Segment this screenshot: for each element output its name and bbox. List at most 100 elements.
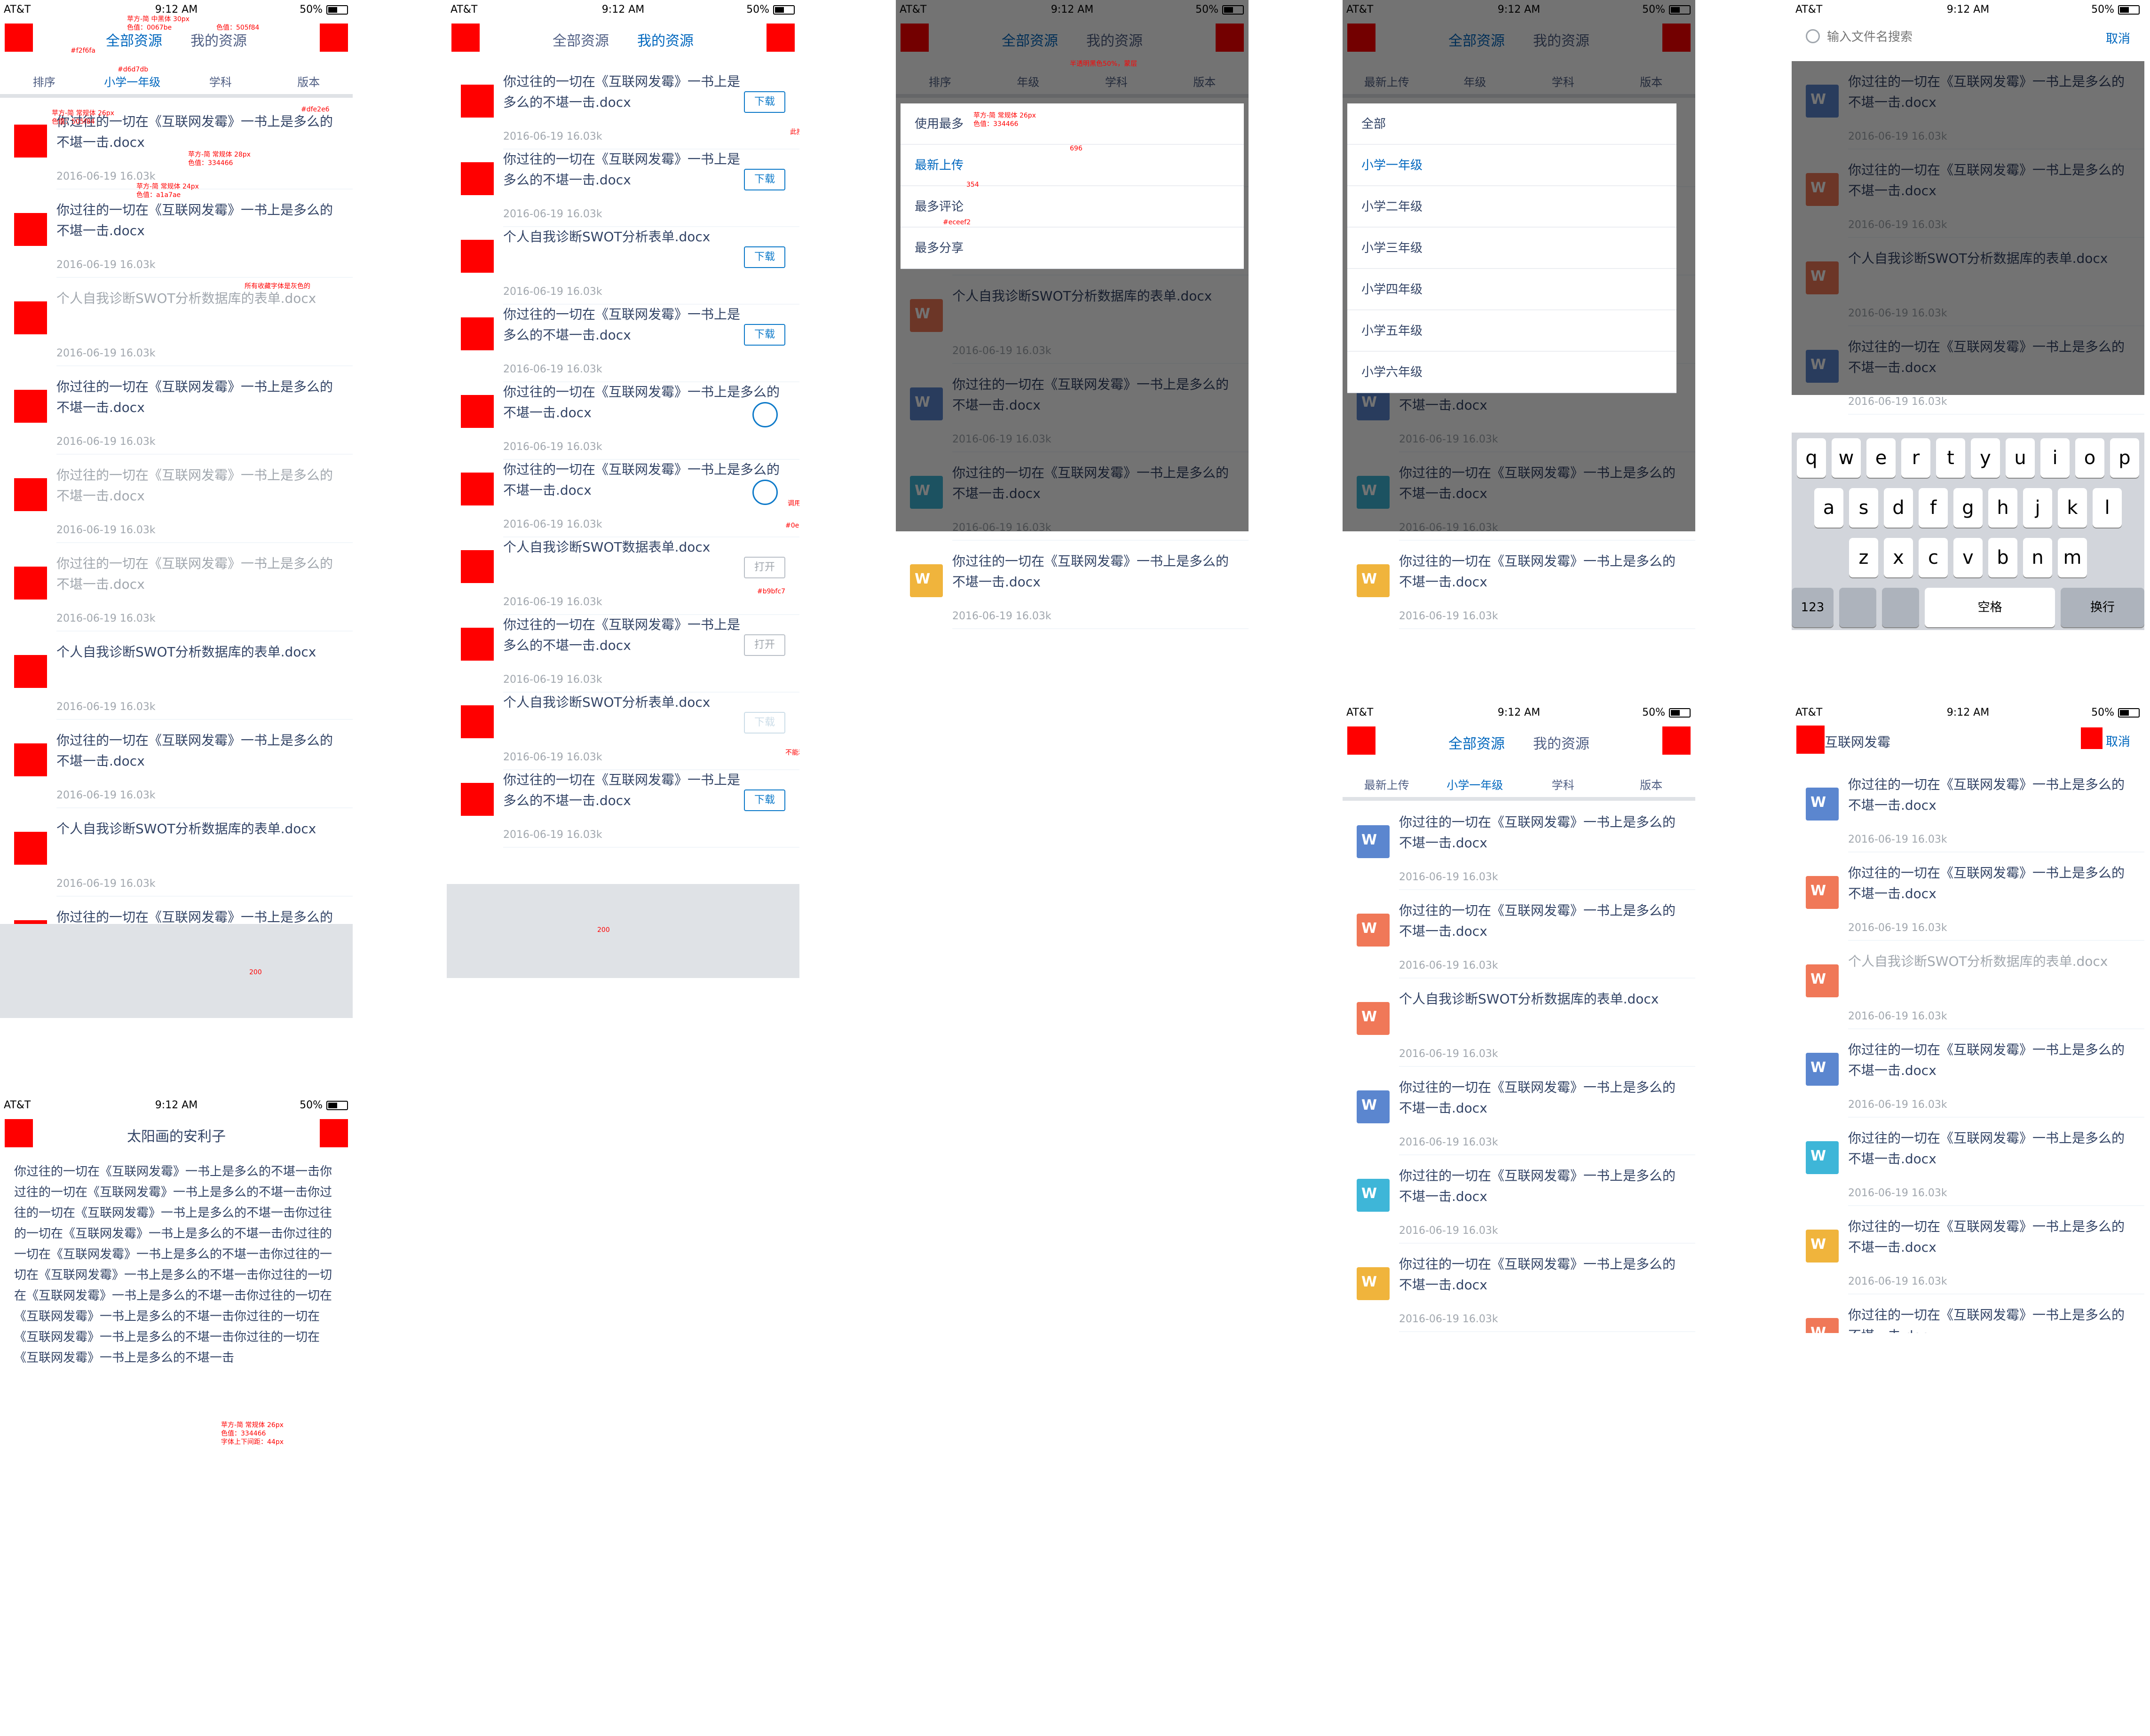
list-item[interactable]: 你过往的一切在《互联网发霉》一书上是多么的不堪一击.docx2016-06-19… (1343, 1067, 1695, 1155)
list-item[interactable]: 你过往的一切在《互联网发霉》一书上是多么的不堪一击.docx2016-06-19… (1343, 802, 1695, 890)
list-item[interactable]: 你过往的一切在《互联网发霉》一书上是多么的不堪一击.docx2016-06-19… (447, 61, 799, 150)
grade-option[interactable]: 全部 (1347, 103, 1676, 145)
download-button[interactable]: 下载 (744, 324, 785, 346)
list-item[interactable]: 你过往的一切在《互联网发霉》一书上是多么的不堪一击.docx2016-06-19… (447, 604, 799, 693)
list-item[interactable]: 你过往的一切在《互联网发霉》一书上是多么的不堪一击.docx2016-06-19… (1792, 1206, 2144, 1294)
list-item[interactable]: 你过往的一切在《互联网发霉》一书上是多么的不堪一击.docx2016-06-19… (0, 366, 353, 455)
search-input[interactable] (1827, 27, 2071, 46)
tab-all-resources[interactable]: 全部资源 (553, 29, 609, 50)
list-item[interactable]: 个人自我诊断SWOT分析数据库的表单.docx 2016-06-19 16.03k (1792, 941, 2144, 1029)
sort-option[interactable]: 使用最多 (901, 103, 1244, 145)
file-size: 16.03k (1462, 871, 1498, 883)
annotation: 354 (966, 181, 979, 189)
key[interactable]: v (1953, 538, 1983, 577)
key[interactable]: f (1919, 488, 1948, 528)
download-button[interactable]: 下载 (744, 246, 785, 268)
key-globe[interactable] (1839, 588, 1877, 627)
list-item[interactable]: 个人自我诊断SWOT分析数据库的表单.docx 2016-06-19 16.03k (0, 808, 353, 897)
list-item[interactable]: 你过往的一切在《互联网发霉》一书上是多么的不堪一击.docx2016-06-19… (0, 455, 353, 543)
list-item[interactable]: 个人自我诊断SWOT分析数据库的表单.docx 2016-06-19 16.03k (1343, 978, 1695, 1067)
list-item[interactable]: 你过往的一切在《互联网发霉》一书上是多么的不堪一击.docx2016-06-19… (0, 189, 353, 278)
list-item[interactable]: 你过往的一切在《互联网发霉》一书上是多么的不堪一击.docx2016-06-19… (447, 294, 799, 382)
key[interactable]: j (2023, 488, 2052, 528)
key[interactable]: s (1849, 488, 1878, 528)
list-item[interactable]: 你过往的一切在《互联网发霉》一书上是多么的不堪一击.docx2016-06-19… (447, 449, 799, 537)
download-button[interactable]: 下载 (744, 712, 785, 734)
key[interactable]: z (1849, 538, 1878, 577)
list-item[interactable]: 你过往的一切在《互联网发霉》一书上是多么的不堪一击.docx2016-06-19… (447, 371, 799, 460)
sort-option[interactable]: 最多分享 (901, 228, 1244, 269)
key[interactable]: o (2075, 438, 2104, 478)
key[interactable]: n (2023, 538, 2052, 577)
tab-all-resources[interactable]: 全部资源 (1448, 732, 1505, 753)
search-left-icon (1796, 726, 1825, 754)
key[interactable]: b (1988, 538, 2017, 577)
list-item[interactable]: 个人自我诊断SWOT分析表单.docx 2016-06-19 16.03k 下载 (447, 216, 799, 305)
key[interactable]: t (1936, 438, 1965, 478)
list-item[interactable]: 个人自我诊断SWOT分析数据库的表单.docx 2016-06-19 16.03k (0, 278, 353, 366)
grade-option[interactable]: 小学四年级 (1347, 269, 1676, 310)
list-item[interactable]: 你过往的一切在《互联网发霉》一书上是多么的不堪一击.docx2016-06-19… (447, 139, 799, 227)
search-query[interactable]: 互联网发霉 (1825, 732, 1890, 751)
grade-option[interactable]: 小学六年级 (1347, 352, 1676, 393)
key[interactable]: l (2093, 488, 2122, 528)
tab-my-resources[interactable]: 我的资源 (1533, 732, 1589, 753)
cancel-button[interactable]: 取消 (2106, 732, 2130, 750)
list-item[interactable]: 你过往的一切在《互联网发霉》一书上是多么的不堪一击.docx2016-06-19… (1792, 764, 2144, 852)
download-button[interactable]: 打开 (744, 557, 785, 578)
grade-option[interactable]: 小学三年级 (1347, 228, 1676, 269)
list-item[interactable]: 你过往的一切在《互联网发霉》一书上是多么的不堪一击.docx2016-06-19… (1343, 541, 1695, 629)
tab-all-resources[interactable]: 全部资源 (106, 29, 162, 50)
doc-icon (14, 743, 47, 776)
key-enter[interactable]: 换行 (2061, 588, 2144, 627)
key[interactable]: h (1988, 488, 2017, 528)
list-item[interactable]: 你过往的一切在《互联网发霉》一书上是多么的不堪一击.docx2016-06-19… (1792, 1029, 2144, 1118)
list-item[interactable]: 你过往的一切在《互联网发霉》一书上是多么的不堪一击.docx2016-06-19… (1343, 1244, 1695, 1332)
key[interactable]: x (1884, 538, 1913, 577)
grade-option[interactable]: 小学二年级 (1347, 186, 1676, 228)
key-space[interactable]: 空格 (1925, 588, 2055, 627)
key[interactable]: r (1901, 438, 1930, 478)
grade-option[interactable]: 小学一年级 (1347, 145, 1676, 186)
download-button[interactable]: 下载 (744, 91, 785, 113)
download-button[interactable]: 下载 (744, 789, 785, 811)
file-title: 你过往的一切在《互联网发霉》一书上是多么的不堪一击.docx (1399, 903, 1676, 939)
key-mic[interactable] (1882, 588, 1920, 627)
tab-my-resources[interactable]: 我的资源 (190, 29, 247, 50)
key-numbers[interactable]: 123 (1792, 588, 1834, 627)
filter-divider (0, 94, 353, 98)
clear-icon[interactable] (2081, 727, 2103, 749)
tab-my-resources[interactable]: 我的资源 (637, 29, 694, 50)
key[interactable]: k (2058, 488, 2087, 528)
list-item[interactable]: 你过往的一切在《互联网发霉》一书上是多么的不堪一击.docx2016-06-19… (0, 720, 353, 808)
key[interactable]: g (1953, 488, 1983, 528)
key[interactable]: a (1814, 488, 1843, 528)
search-icon (1806, 29, 1820, 43)
list-item[interactable]: 你过往的一切在《互联网发霉》一书上是多么的不堪一击.docx2016-06-19… (1792, 852, 2144, 941)
key[interactable]: q (1797, 438, 1826, 478)
key[interactable]: i (2040, 438, 2070, 478)
key[interactable]: p (2110, 438, 2139, 478)
download-button[interactable]: 打开 (744, 634, 785, 656)
list-item[interactable]: 你过往的一切在《互联网发霉》一书上是多么的不堪一击.docx2016-06-19… (447, 759, 799, 848)
grade-option[interactable]: 小学五年级 (1347, 310, 1676, 352)
list-item[interactable]: 你过往的一切在《互联网发霉》一书上是多么的不堪一击.docx2016-06-19… (1343, 890, 1695, 978)
key[interactable]: e (1866, 438, 1896, 478)
key[interactable]: u (2006, 438, 2035, 478)
list-item[interactable]: 你过往的一切在《互联网发霉》一书上是多么的不堪一击.docx2016-06-19… (1792, 1294, 2144, 1333)
list-item[interactable]: 你过往的一切在《互联网发霉》一书上是多么的不堪一击.docx2016-06-19… (1343, 1155, 1695, 1244)
key[interactable]: d (1884, 488, 1913, 528)
list-item[interactable]: 个人自我诊断SWOT数据表单.docx 2016-06-19 16.03k 打开 (447, 527, 799, 615)
key[interactable]: w (1832, 438, 1861, 478)
cancel-button[interactable]: 取消 (2106, 29, 2130, 47)
key[interactable]: c (1919, 538, 1948, 577)
list-item[interactable]: 你过往的一切在《互联网发霉》一书上是多么的不堪一击.docx2016-06-19… (1792, 1118, 2144, 1206)
file-size: 16.03k (1911, 396, 1947, 408)
list-item[interactable]: 个人自我诊断SWOT分析数据库的表单.docx 2016-06-19 16.03k (0, 631, 353, 720)
download-button[interactable]: 下载 (744, 169, 785, 190)
key[interactable]: m (2058, 538, 2087, 577)
list-item[interactable]: 个人自我诊断SWOT分析表单.docx 2016-06-19 16.03k 下载 (447, 682, 799, 770)
list-item[interactable]: 你过往的一切在《互联网发霉》一书上是多么的不堪一击.docx2016-06-19… (896, 541, 1249, 629)
key[interactable]: y (1971, 438, 2000, 478)
list-item[interactable]: 你过往的一切在《互联网发霉》一书上是多么的不堪一击.docx2016-06-19… (0, 543, 353, 631)
